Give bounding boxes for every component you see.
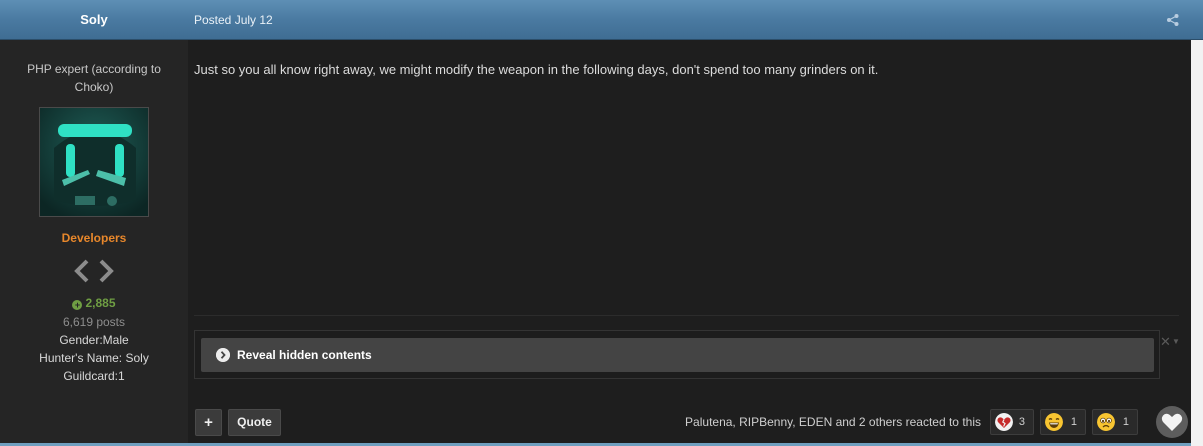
divider xyxy=(194,315,1179,316)
author-sidebar: PHP expert (according to Choko) Develope… xyxy=(0,40,188,443)
reaction-sad[interactable]: 1 xyxy=(1092,409,1138,435)
chevron-down-icon[interactable]: ▼ xyxy=(1172,336,1180,348)
member-group[interactable]: Developers xyxy=(0,231,188,245)
spoiler-box: Reveal hidden contents xyxy=(194,330,1160,379)
post-date[interactable]: Posted July 12 xyxy=(194,0,273,40)
guildcard-field: Guildcard:1 xyxy=(63,369,125,383)
reactions-summary[interactable]: Palutena, RIPBenny, EDEN and 2 others re… xyxy=(685,409,981,436)
broken-heart-icon xyxy=(995,413,1013,431)
avatar-image xyxy=(40,108,148,216)
reaction-count: 1 xyxy=(1070,416,1077,428)
reaction-laughing[interactable]: 1 xyxy=(1040,409,1086,435)
scrollbar-track[interactable] xyxy=(1191,40,1203,446)
post-count: 6,619 posts xyxy=(62,315,126,329)
sad-face-icon xyxy=(1097,413,1115,431)
chevron-right-circle-icon xyxy=(216,348,230,362)
plus-circle-icon: + xyxy=(72,300,83,310)
gender-field: Gender:Male xyxy=(59,333,129,347)
reaction-count: 3 xyxy=(1018,416,1025,428)
post-header: Soly Posted July 12 xyxy=(0,0,1203,40)
reputation[interactable]: +2,885 xyxy=(0,296,188,310)
reaction-broken-heart[interactable]: 3 xyxy=(990,409,1034,435)
react-button[interactable] xyxy=(1156,406,1188,438)
hunter-name-field: Hunter's Name: Soly xyxy=(39,351,149,365)
quote-button[interactable]: Quote xyxy=(228,409,281,436)
avatar[interactable] xyxy=(39,107,149,217)
reveal-hidden-contents-button[interactable]: Reveal hidden contents xyxy=(201,338,1154,372)
author-name[interactable]: Soly xyxy=(0,0,188,40)
multiquote-button[interactable]: + xyxy=(195,409,222,436)
share-icon[interactable] xyxy=(1166,13,1180,27)
reputation-value: 2,885 xyxy=(85,296,116,310)
spoiler-label: Reveal hidden contents xyxy=(237,348,372,362)
heart-icon xyxy=(1161,413,1183,431)
laughing-face-icon xyxy=(1045,413,1063,431)
close-icon[interactable]: ✕ xyxy=(1160,335,1171,348)
code-brackets-icon xyxy=(74,259,114,283)
post-body: Just so you all know right away, we migh… xyxy=(194,62,879,77)
member-title: PHP expert (according to Choko) xyxy=(27,62,161,94)
reaction-count: 1 xyxy=(1122,416,1129,428)
